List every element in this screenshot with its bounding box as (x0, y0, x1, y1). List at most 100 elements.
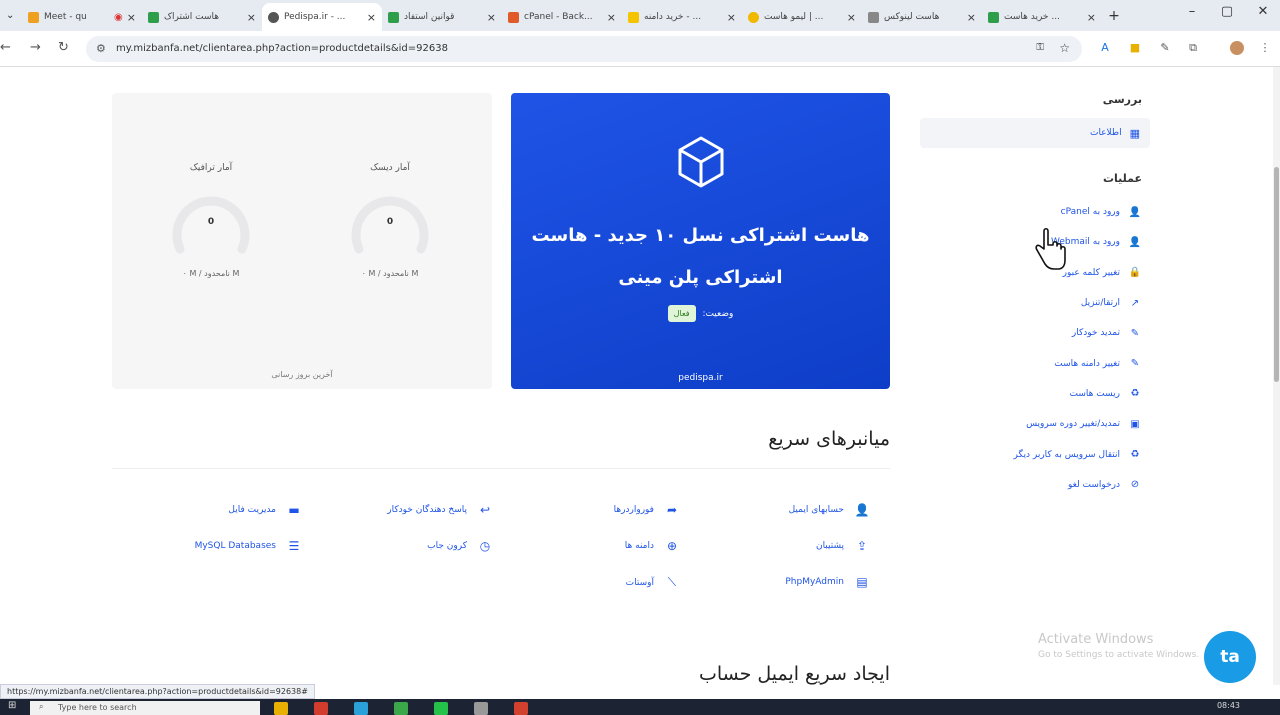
menu-kebab-icon[interactable]: ⋮ (1258, 41, 1272, 55)
status-badge: فعال (667, 305, 696, 322)
app-icon[interactable] (514, 702, 528, 715)
sidebar-item-info[interactable]: ▦ اطلاعات (920, 118, 1150, 148)
close-tab-icon[interactable]: × (847, 11, 856, 24)
recording-icon: ◉ (114, 11, 123, 23)
maximize-icon[interactable]: ▢ (1212, 4, 1242, 19)
edit-icon: ✎ (1130, 358, 1140, 370)
site-info-icon[interactable]: ⚙ (96, 42, 106, 55)
sidebar-action-label: ارتقا/تنزیل (1080, 298, 1120, 309)
clock-icon: ◷ (479, 539, 491, 553)
translate-icon[interactable]: A (1098, 41, 1112, 55)
eyedropper-icon[interactable]: ✎ (1158, 41, 1172, 55)
shortcut-cron-jobs[interactable]: ◷ کرون جاب (427, 539, 493, 553)
url-text: my.mizbanfa.net/clientarea.php?action=pr… (116, 43, 448, 54)
app-icon[interactable] (394, 702, 408, 715)
password-key-icon[interactable]: ⚿ (1036, 42, 1044, 53)
bookmark-star-icon[interactable]: ☆ (1059, 41, 1070, 55)
browser-tab[interactable]: خرید هاست ... × (982, 3, 1102, 31)
shortcut-domains[interactable]: ⊕ دامنه ها (625, 539, 680, 553)
shortcut-autoresponders[interactable]: ↩ پاسخ دهندگان خودکار (387, 503, 493, 517)
traffic-gauge-value: 0 (207, 217, 215, 227)
link-preview-status: https://my.mizbanfa.net/clientarea.php?a… (0, 684, 315, 699)
user-icon: 👤 (1128, 206, 1142, 218)
sidebar-action-item[interactable]: ♻ انتقال سرویس به کاربر دیگر (920, 439, 1150, 469)
edit-icon: ✎ (1130, 327, 1140, 339)
ban-icon: ⊘ (1130, 479, 1140, 491)
sidebar-action-label: تغییر دامنه هاست (1054, 358, 1120, 369)
sidebar-action-label: انتقال سرویس به کاربر دیگر (1013, 449, 1120, 460)
disk-gauge-arc (351, 196, 429, 254)
sidebar-action-item[interactable]: 👤 ورود به cPanel (920, 197, 1150, 227)
reload-icon[interactable]: ↻ (58, 40, 69, 55)
share-icon: ➦ (666, 503, 678, 517)
sidebar-action-label: تغییر کلمه عبور (1062, 267, 1120, 278)
whatsapp-icon[interactable] (434, 702, 448, 715)
product-hero-card: هاست اشتراکی نسل ۱۰ جدید - هاست اشتراکی … (511, 93, 890, 389)
close-tab-icon[interactable]: × (1087, 11, 1096, 24)
database-icon: ☰ (288, 539, 300, 553)
page-scrollbar[interactable] (1273, 67, 1280, 685)
settings-icon[interactable] (474, 702, 488, 715)
telegram-icon[interactable] (354, 702, 368, 715)
minimize-icon[interactable]: – (1177, 4, 1207, 19)
browser-tab-active[interactable]: Pedispa.ir - ... × (262, 3, 382, 31)
globe-icon: ⊕ (666, 539, 678, 553)
close-tab-icon[interactable]: × (487, 11, 496, 24)
user-upload-icon: ⇪ (856, 539, 868, 553)
new-tab-button[interactable]: + (1102, 8, 1126, 24)
sidebar-action-label: تمدید/تغییر دوره سرویس (1026, 419, 1120, 430)
shortcut-backup[interactable]: ⇪ پشتیبان (816, 539, 870, 553)
extension-icon[interactable]: ■ (1128, 41, 1142, 55)
shortcut-file-manager[interactable]: ▬ مدیریت فایل (228, 503, 302, 517)
sidebar-action-item[interactable]: ♻ ریست هاست (920, 379, 1150, 409)
shortcut-phpmyadmin[interactable]: ▤ PhpMyAdmin (785, 575, 870, 589)
browser-tab[interactable]: cPanel - Back... × (502, 3, 622, 31)
taskbar-search-input[interactable]: ⌕ Type here to search (30, 701, 260, 715)
sidebar-action-item[interactable]: ✎ تمدید خودکار (920, 318, 1150, 348)
sidebar-action-item[interactable]: ▣ تمدید/تغییر دوره سرویس (920, 409, 1150, 439)
shortcut-email-accounts[interactable]: 👤 حسابهای ایمیل (789, 503, 870, 517)
taskbar-clock: 08:43 (1216, 701, 1240, 710)
browser-tab[interactable]: هاست لینوکس × (862, 3, 982, 31)
back-icon[interactable]: ← (0, 40, 11, 55)
browser-tab[interactable]: خرید دامنه - ... × (622, 3, 742, 31)
shortcut-awstats[interactable]: ⟋ آوستات (626, 575, 680, 590)
calendar-icon: ▣ (1130, 418, 1140, 430)
shortcut-forwarders[interactable]: ➦ فورواردرها (614, 503, 680, 517)
browser-tab[interactable]: Meet - qu ◉ × (22, 3, 142, 31)
chat-widget-button[interactable]: ta (1204, 631, 1256, 683)
section-divider (112, 468, 890, 469)
profile-avatar[interactable] (1230, 41, 1244, 55)
tab-favicon-icon (28, 11, 39, 23)
browser-tab[interactable]: قوانین استفاد × (382, 3, 502, 31)
window-close-icon[interactable]: ✕ (1248, 4, 1278, 19)
tab-favicon-icon (388, 11, 399, 23)
scrollbar-thumb[interactable] (1274, 167, 1279, 382)
product-domain: pedispa.ir (678, 373, 723, 383)
address-bar[interactable]: ⚙ my.mizbanfa.net/clientarea.php?action=… (86, 36, 1082, 62)
close-tab-icon[interactable]: × (127, 11, 136, 24)
file-explorer-icon[interactable] (274, 702, 288, 715)
sidebar-action-item[interactable]: ↗ ارتقا/تنزیل (920, 288, 1150, 318)
start-icon[interactable]: ⊞ (8, 700, 16, 711)
close-tab-icon[interactable]: × (607, 11, 616, 24)
browser-tab[interactable]: لیمو هاست | ... × (742, 3, 862, 31)
chrome-icon[interactable] (314, 702, 328, 715)
window-icon: ▤ (856, 575, 868, 589)
traffic-gauge-title: آمار ترافیک (189, 163, 233, 173)
close-tab-icon[interactable]: × (727, 11, 736, 24)
usage-stats-card: آمار ترافیک 0 ۰ M / نامحدود M آمار دیسک … (112, 93, 492, 389)
extensions-puzzle-icon[interactable]: ⧉ (1186, 41, 1200, 55)
shortcut-mysql-databases[interactable]: ☰ MySQL Databases (195, 539, 302, 553)
sidebar-action-item[interactable]: ✎ تغییر دامنه هاست (920, 348, 1150, 378)
forward-icon[interactable]: → (30, 40, 41, 55)
close-tab-icon[interactable]: × (367, 11, 376, 24)
tab-favicon-icon (868, 11, 879, 23)
tab-search-icon[interactable]: ⌄ (0, 10, 22, 21)
close-tab-icon[interactable]: × (247, 11, 256, 24)
close-tab-icon[interactable]: × (967, 11, 976, 24)
globe-icon (268, 11, 279, 23)
browser-tab[interactable]: هاست اشتراک × (142, 3, 262, 31)
quick-shortcuts-title: میانبرهای سریع (768, 428, 890, 450)
sidebar-action-item[interactable]: ⊘ درخواست لغو (920, 470, 1150, 500)
